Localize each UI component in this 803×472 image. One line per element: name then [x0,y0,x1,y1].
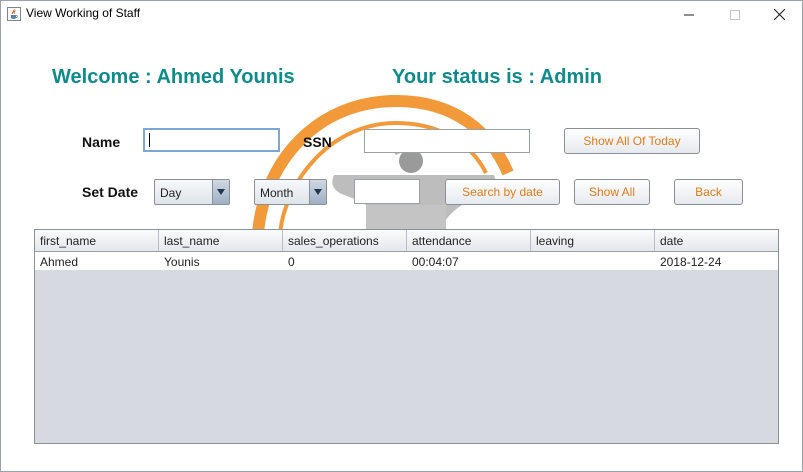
minimize-button[interactable] [666,1,712,28]
maximize-button[interactable] [712,1,758,28]
window-title: View Working of Staff [26,6,141,20]
close-button[interactable] [756,1,802,28]
cell-attendance: 00:04:07 [412,255,459,269]
anvil-logo-icon [252,94,514,234]
name-input[interactable] [143,128,280,152]
show-all-of-today-button[interactable]: Show All Of Today [564,128,700,154]
chevron-down-icon[interactable] [212,180,229,204]
column-header-attendance[interactable]: attendance [407,230,531,251]
java-cup-icon [7,7,21,21]
column-header-date[interactable]: date [655,230,778,251]
welcome-label: Welcome : Ahmed Younis [52,66,295,88]
ssn-label: SSN [303,134,332,150]
cell-first-name: Ahmed [40,255,79,269]
back-button[interactable]: Back [674,179,743,205]
cell-sales-operations: 0 [288,255,295,269]
year-input[interactable] [354,179,420,204]
cell-leaving [531,252,655,270]
maximize-icon [730,9,740,20]
table-header: first_name last_name sales_operations at… [35,230,778,252]
minimize-icon [684,14,694,15]
column-header-first-name[interactable]: first_name [35,230,159,251]
search-by-date-button[interactable]: Search by date [445,179,560,205]
text-caret [149,133,150,147]
chevron-down-icon[interactable] [309,180,326,204]
month-select-value: Month [260,186,294,200]
table-row[interactable]: Ahmed Younis 0 00:04:07 2018-12-24 [35,252,778,270]
name-label: Name [82,134,121,150]
day-select-value: Day [160,186,182,200]
status-label: Your status is : Admin [392,66,603,88]
app-window: View Working of Staff Welcome : Ahmed Yo… [0,0,803,472]
column-header-last-name[interactable]: last_name [159,230,283,251]
title-bar[interactable]: View Working of Staff [1,1,802,28]
show-all-button[interactable]: Show All [574,179,650,205]
set-date-label: Set Date [82,184,139,200]
cell-last-name: Younis [164,255,200,269]
day-select[interactable]: Day [154,179,230,205]
close-icon [773,9,785,20]
ssn-input[interactable] [364,129,530,153]
month-select[interactable]: Month [254,179,327,205]
column-header-leaving[interactable]: leaving [531,230,655,251]
cell-date: 2018-12-24 [660,255,722,269]
staff-table[interactable]: first_name last_name sales_operations at… [34,229,779,444]
main-panel: Welcome : Ahmed Younis Your status is : … [1,28,802,471]
column-header-sales-operations[interactable]: sales_operations [283,230,407,251]
